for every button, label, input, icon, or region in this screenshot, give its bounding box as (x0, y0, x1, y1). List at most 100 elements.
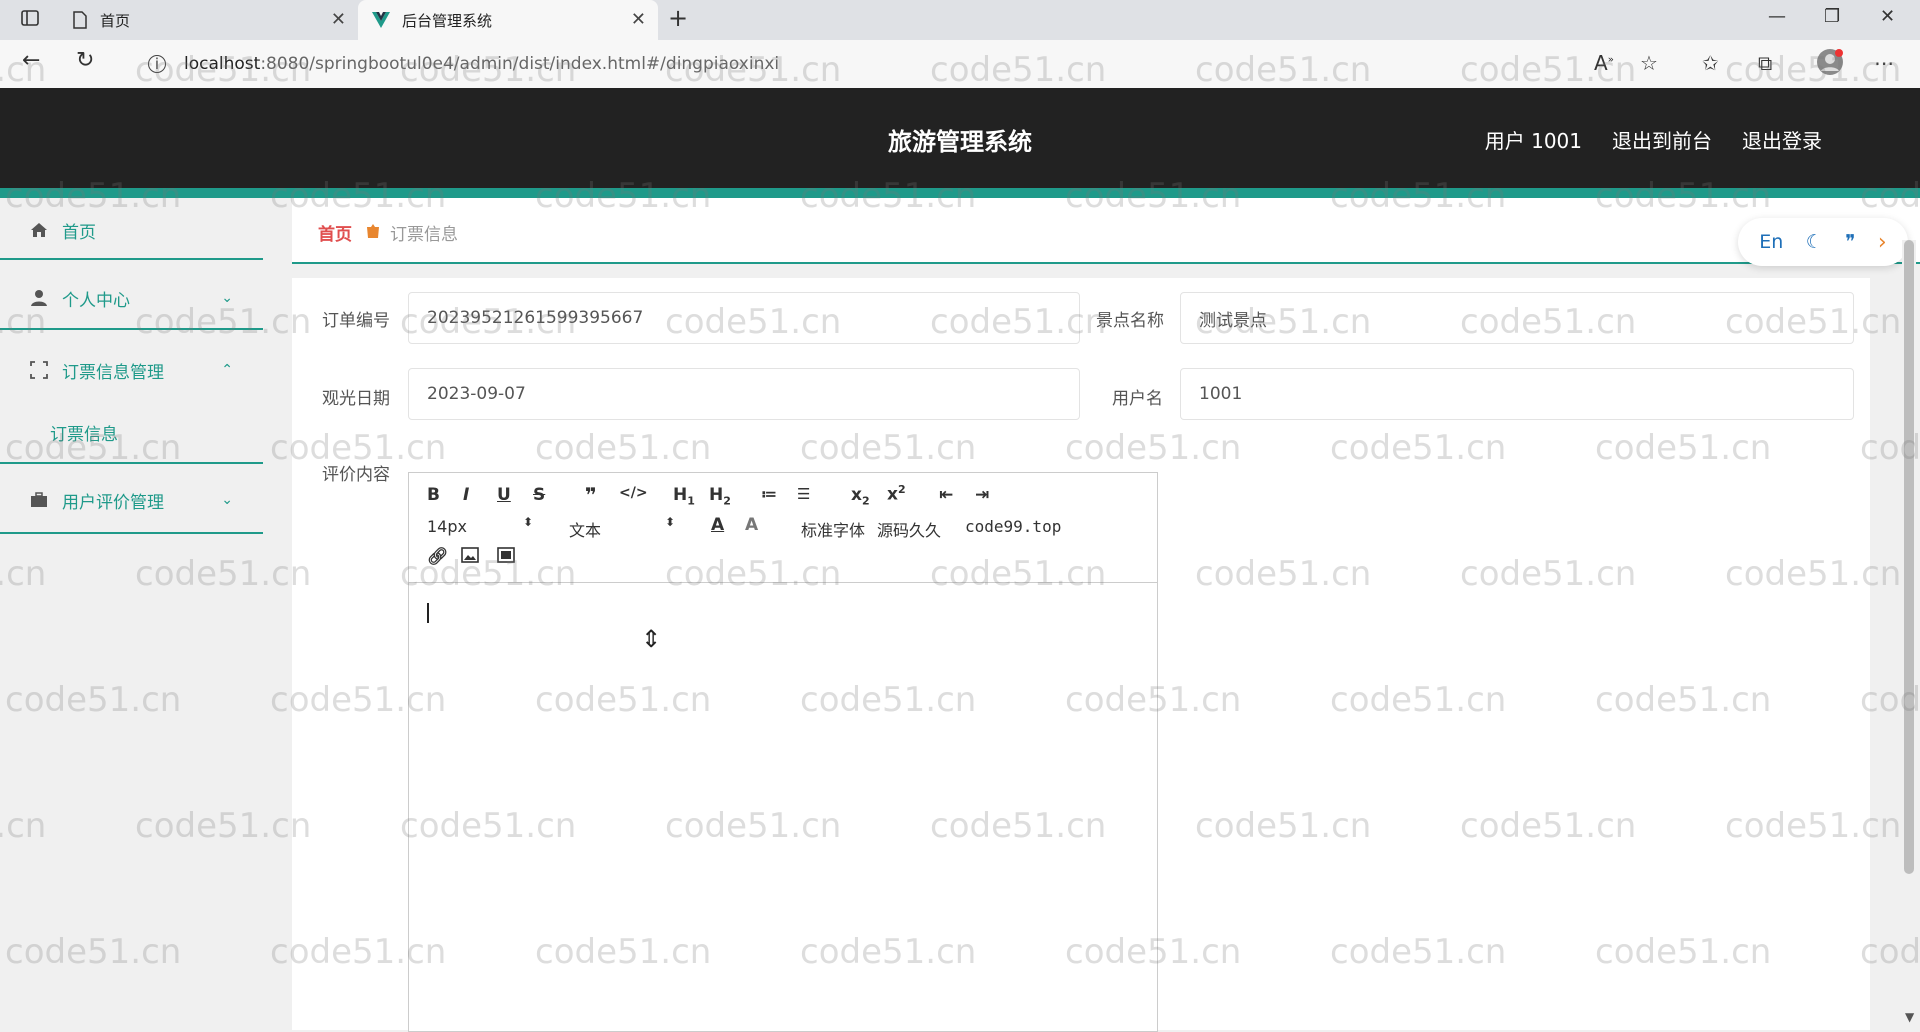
more-menu-icon[interactable]: ⋯ (1874, 51, 1894, 75)
username-label: 用户名 (1112, 389, 1163, 409)
new-tab-button[interactable]: + (668, 4, 688, 32)
divider (0, 258, 263, 260)
refresh-icon[interactable]: ↻ (76, 48, 94, 73)
chevron-right-icon[interactable]: › (1878, 230, 1887, 255)
username-field[interactable]: 1001 (1180, 368, 1854, 420)
select-arrows-icon: ⬍ (523, 515, 534, 529)
collections-icon[interactable]: ⧉ (1758, 51, 1772, 75)
info-icon[interactable]: i (148, 55, 166, 73)
bold-icon[interactable]: B (427, 485, 440, 505)
overlay-label: 源码久久 (877, 521, 942, 540)
floating-toolbar: En ☾ ❞ › (1738, 218, 1908, 266)
page-icon (72, 11, 88, 29)
background-color-icon[interactable]: A (745, 515, 758, 535)
language-toggle[interactable]: En (1759, 231, 1783, 253)
url-field[interactable]: i localhost :8080/springbootul0e4/admin/… (126, 46, 1556, 82)
sidebar: 首页 个人中心 ⌄ 订票信息管理 ⌃ 订票信息 用户评价管理 ⌄ (0, 198, 263, 1030)
breadcrumb: 首页 订票信息 (292, 198, 1920, 264)
favorites-icon[interactable]: ✩ (1702, 51, 1719, 75)
sidebar-item-label: 个人中心 (62, 290, 130, 311)
breadcrumb-current: 订票信息 (390, 225, 458, 245)
close-tab-icon[interactable]: ✕ (631, 9, 646, 30)
user-label[interactable]: 用户 1001 (1485, 125, 1582, 154)
sidebar-subitem-ticket-info[interactable]: 订票信息 (50, 420, 118, 445)
app-header: 旅游管理系统 用户 1001 退出到前台 退出登录 (0, 88, 1920, 188)
link-icon[interactable]: 🔗︎ (427, 547, 449, 567)
sidebar-item-personal[interactable]: 个人中心 ⌄ (0, 282, 263, 314)
subscript-icon[interactable]: x2 (851, 485, 870, 507)
font-family-select[interactable]: 标准字体 (801, 517, 865, 541)
close-window-button[interactable]: ✕ (1880, 6, 1895, 27)
sidebar-item-review-mgmt[interactable]: 用户评价管理 ⌄ (0, 484, 263, 516)
address-bar: ← ↻ i localhost :8080/springbootul0e4/ad… (0, 40, 1920, 88)
video-icon[interactable] (497, 547, 515, 568)
order-no-label: 订单编号 (322, 311, 390, 331)
scenic-name-label: 景点名称 (1096, 311, 1164, 331)
divider (0, 532, 263, 534)
tab-title: 后台管理系统 (402, 11, 493, 30)
back-icon[interactable]: ← (22, 48, 40, 73)
scrollbar-thumb[interactable] (1904, 240, 1914, 874)
sidebar-item-home[interactable]: 首页 (0, 214, 263, 246)
close-tab-icon[interactable]: ✕ (331, 9, 346, 30)
editor-toolbar: B I U S ❞ </> H1 H2 ≔ ☰ x2 x2 ⇤ ⇥ 14px ⬍… (409, 473, 1157, 583)
url-path: :8080/springbootul0e4/admin/dist/index.h… (260, 54, 780, 74)
text-caret (427, 603, 429, 623)
italic-icon[interactable]: I (463, 485, 469, 505)
tab-home[interactable]: 首页 ✕ (58, 0, 358, 40)
home-icon (28, 221, 50, 239)
breadcrumb-separator-icon (366, 223, 380, 242)
header-links: 用户 1001 退出到前台 退出登录 (1485, 125, 1822, 154)
order-no-field[interactable]: 20239521261599395667 (408, 292, 1080, 344)
select-arrows-icon: ⬍ (665, 515, 676, 529)
profile-avatar[interactable] (1816, 48, 1844, 81)
vue-logo-icon (372, 12, 390, 28)
blockquote-icon[interactable]: ❞ (585, 483, 597, 507)
minimize-button[interactable]: — (1768, 6, 1786, 27)
indent-icon[interactable]: ⇥ (975, 485, 989, 505)
divider (0, 462, 263, 464)
to-front-link[interactable]: 退出到前台 (1612, 125, 1712, 154)
logout-link[interactable]: 退出登录 (1742, 125, 1822, 154)
sidebar-item-ticket-mgmt[interactable]: 订票信息管理 ⌃ (0, 354, 263, 386)
breadcrumb-home[interactable]: 首页 (318, 220, 352, 245)
overlay-url: code99.top (965, 517, 1062, 536)
superscript-icon[interactable]: x2 (887, 483, 906, 505)
outdent-icon[interactable]: ⇤ (939, 485, 953, 505)
tab-title: 首页 (100, 11, 131, 30)
visit-date-field[interactable]: 2023-09-07 (408, 368, 1080, 420)
browser-tab-bar: 首页 ✕ 后台管理系统 ✕ + — ❐ ✕ (0, 0, 1920, 40)
read-aloud-icon[interactable]: A» (1594, 51, 1614, 75)
code-icon[interactable]: </> (619, 485, 648, 501)
block-type-select[interactable]: 文本 (569, 517, 601, 541)
font-color-icon[interactable]: A (711, 515, 724, 535)
scenic-name-field[interactable]: 测试景点 (1180, 292, 1854, 344)
underline-icon[interactable]: U (497, 485, 511, 505)
chevron-up-icon: ⌃ (221, 362, 233, 378)
bullet-list-icon[interactable]: ☰ (797, 485, 810, 503)
divider (0, 328, 263, 330)
sidebar-item-label: 用户评价管理 (62, 492, 164, 513)
add-favorite-icon[interactable]: ☆ (1640, 51, 1658, 75)
scroll-down-arrow-icon[interactable]: ▼ (1905, 1010, 1914, 1024)
page-scrollbar[interactable] (1902, 240, 1916, 1030)
review-label: 评价内容 (322, 465, 390, 485)
sidebar-item-label: 订票信息管理 (62, 362, 164, 383)
image-icon[interactable] (461, 547, 479, 568)
maximize-button[interactable]: ❐ (1824, 6, 1840, 27)
tab-admin[interactable]: 后台管理系统 ✕ (358, 0, 658, 40)
ordered-list-icon[interactable]: ≔ (761, 485, 777, 503)
frame-icon (28, 361, 50, 379)
moon-icon[interactable]: ☾ (1806, 231, 1823, 253)
strikethrough-icon[interactable]: S (533, 485, 545, 505)
briefcase-icon (28, 492, 50, 508)
font-size-select[interactable]: 14px (427, 517, 467, 536)
heading2-icon[interactable]: H2 (709, 485, 731, 507)
url-host: localhost (184, 54, 261, 74)
text-cursor-icon: ⇕ (641, 625, 662, 653)
sidebar-item-label: 首页 (62, 222, 96, 243)
chevron-down-icon: ⌄ (221, 492, 233, 508)
tab-actions-icon[interactable] (20, 8, 40, 33)
quote-icon[interactable]: ❞ (1845, 231, 1855, 253)
heading1-icon[interactable]: H1 (673, 485, 695, 507)
